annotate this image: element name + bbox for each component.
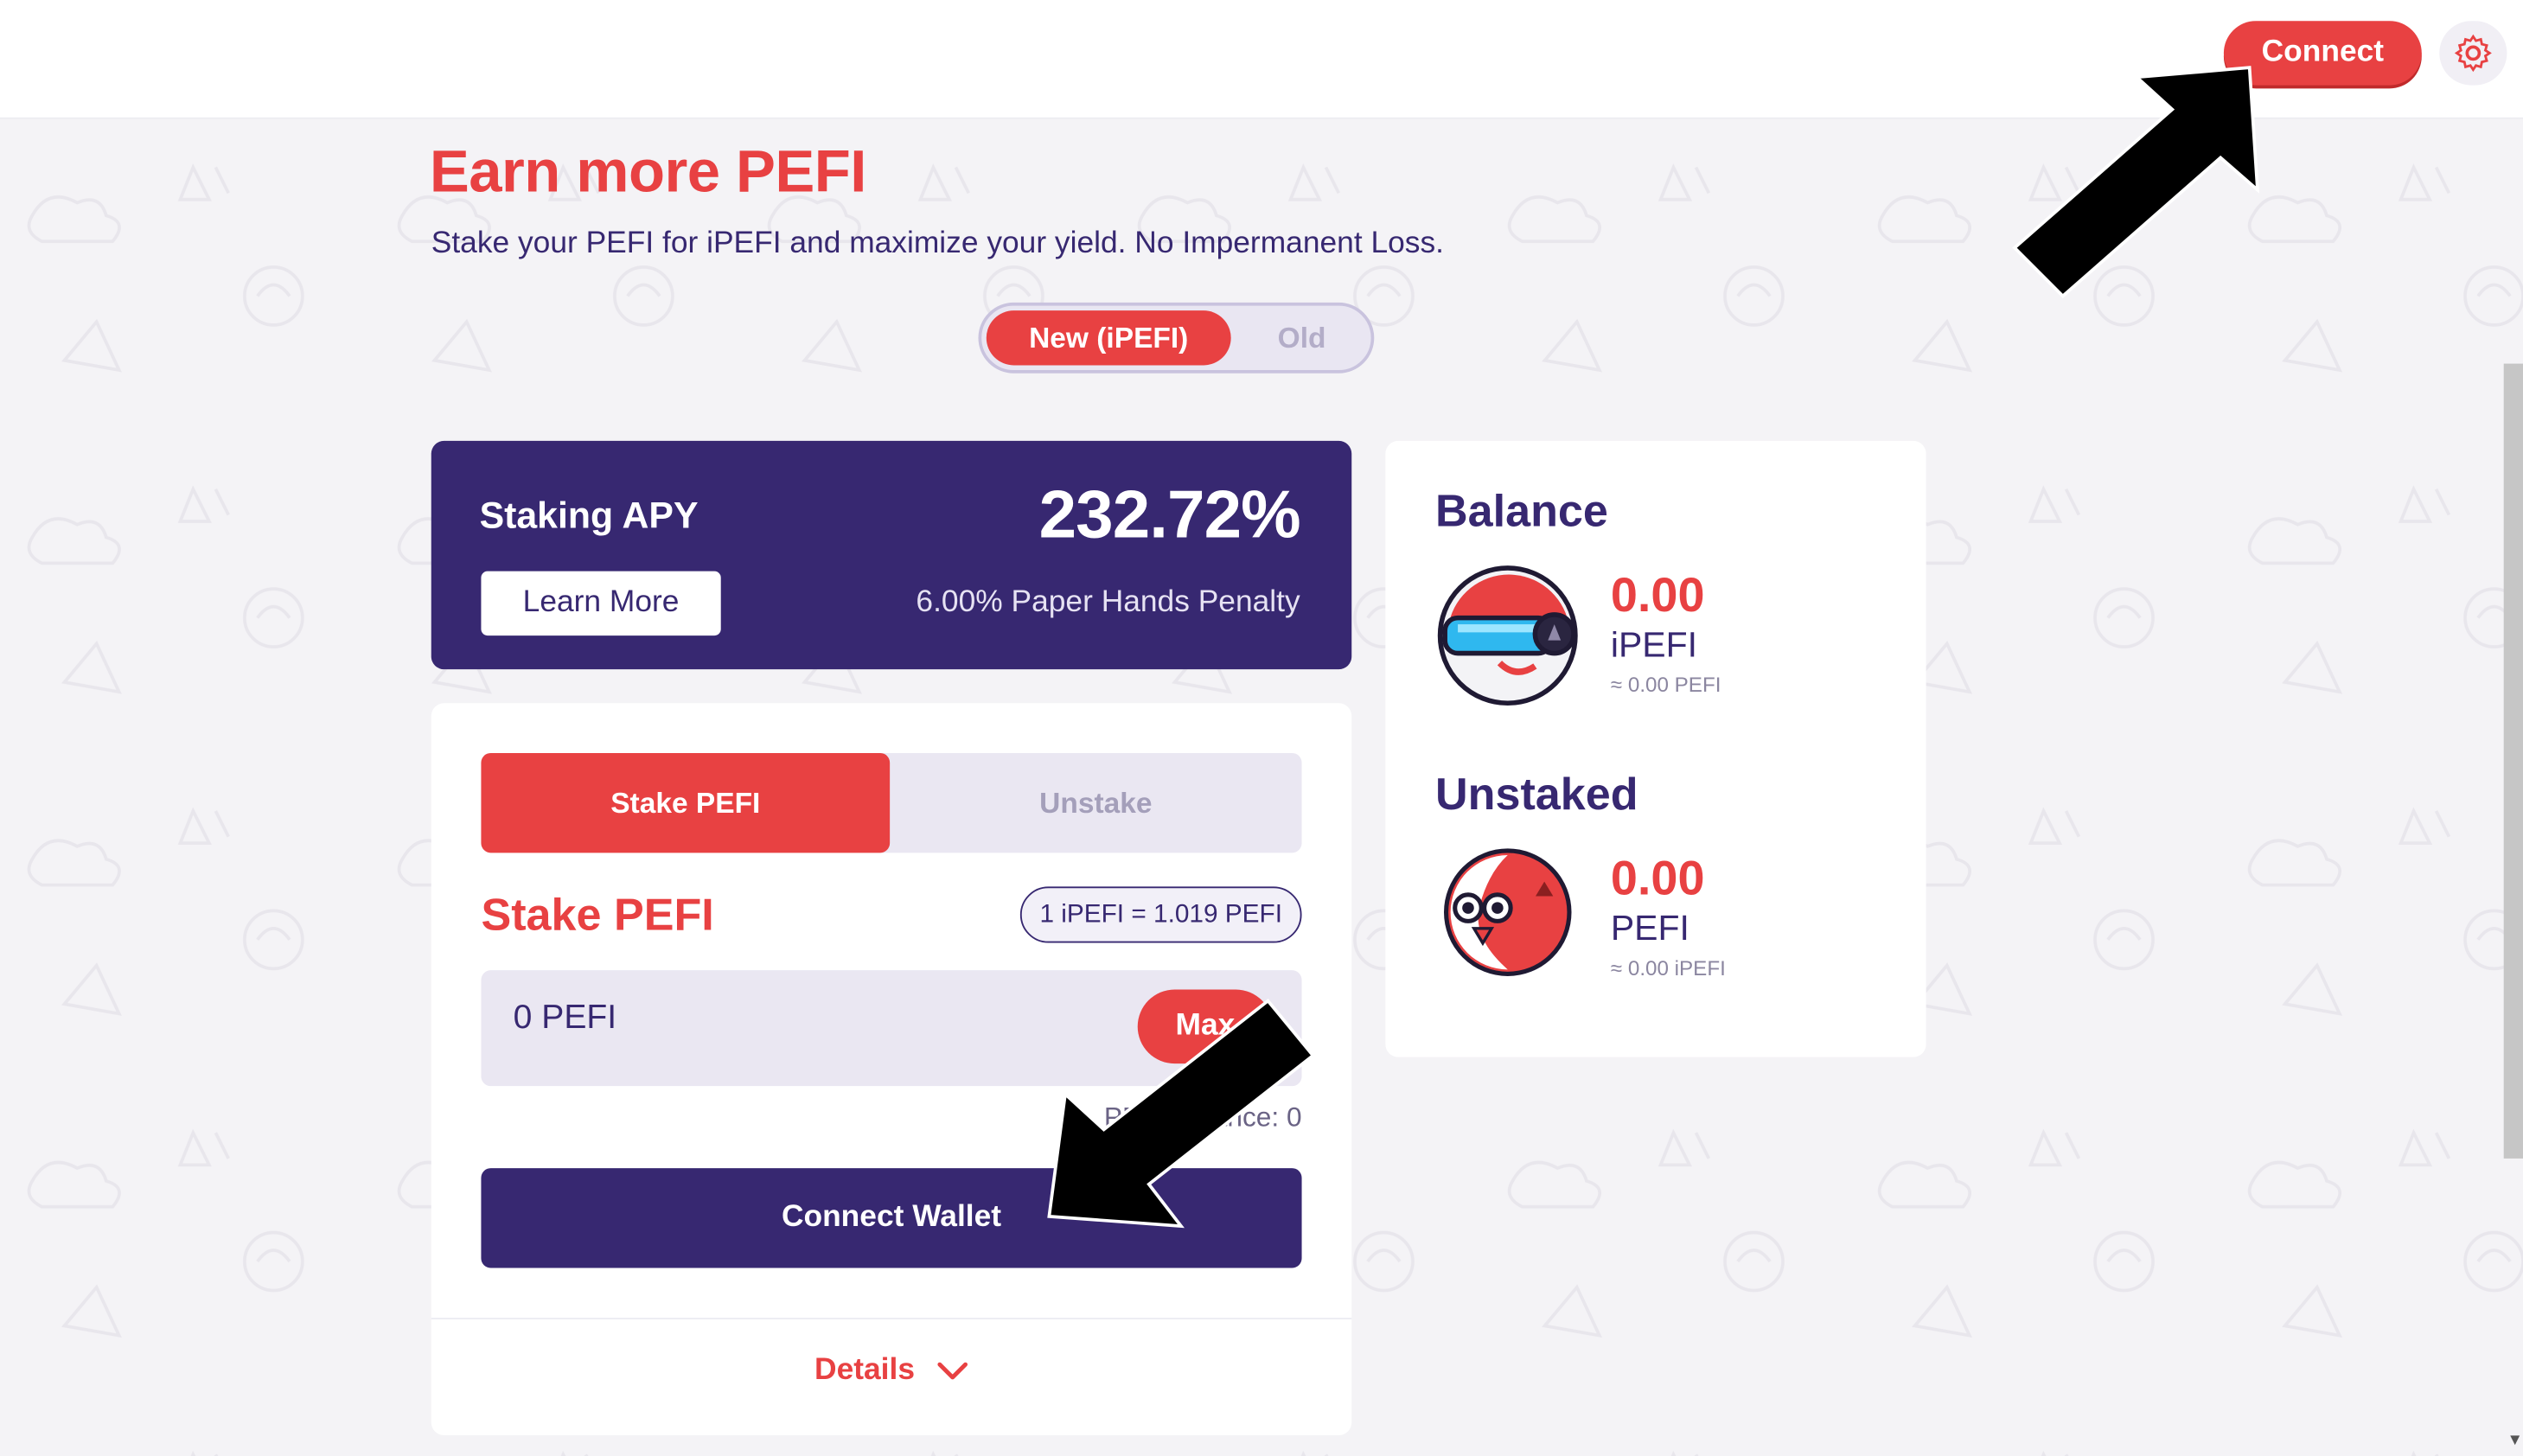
- arrow-annotation-icon: [2012, 66, 2260, 298]
- pefi-token-icon: [1443, 848, 1572, 976]
- ipefi-token-icon: [1437, 565, 1578, 706]
- staking-apy-card: Staking APY 232.72% Learn More 6.00% Pap…: [431, 440, 1352, 670]
- exchange-rate-badge: 1 iPEFI = 1.019 PEFI: [1019, 886, 1302, 943]
- tab-unstake[interactable]: Unstake: [890, 753, 1301, 853]
- toggle-new-ipefi[interactable]: New (iPEFI): [986, 310, 1231, 366]
- tab-stake-pefi[interactable]: Stake PEFI: [481, 752, 891, 853]
- gear-icon: [2454, 34, 2492, 73]
- chevron-down-icon: [937, 1362, 968, 1380]
- balance-heading: Balance: [1435, 486, 1608, 536]
- stake-tabs: Stake PEFI Unstake: [481, 752, 1302, 853]
- app-window: Connect Earn more PEFI Stake your PEFI f…: [0, 0, 2523, 1456]
- learn-more-button[interactable]: Learn More: [481, 571, 721, 636]
- divider: [431, 1318, 1352, 1320]
- balance-approx: ≈ 0.00 PEFI: [1610, 672, 1721, 697]
- details-label: Details: [814, 1353, 916, 1388]
- arrow-annotation-icon: [1047, 998, 1316, 1229]
- toggle-old[interactable]: Old: [1236, 310, 1368, 365]
- apy-value: 232.72%: [1038, 476, 1301, 552]
- page-title: Earn more PEFI: [429, 138, 867, 205]
- balance-token: iPEFI: [1610, 624, 1697, 665]
- penalty-text: 6.00% Paper Hands Penalty: [916, 585, 1300, 620]
- settings-button[interactable]: [2439, 21, 2507, 86]
- unstaked-amount: 0.00: [1610, 853, 1705, 906]
- apy-label: Staking APY: [479, 494, 699, 536]
- page-subtitle: Stake your PEFI for iPEFI and maximize y…: [431, 227, 1444, 261]
- scroll-down-icon[interactable]: ▼: [2507, 1432, 2522, 1449]
- details-toggle[interactable]: Details: [431, 1353, 1351, 1389]
- amount-input[interactable]: 0 PEFI: [514, 999, 616, 1038]
- unstaked-heading: Unstaked: [1435, 769, 1638, 820]
- balance-amount: 0.00: [1610, 569, 1705, 623]
- unstaked-approx: ≈ 0.00 iPEFI: [1610, 955, 1726, 980]
- scrollbar[interactable]: [2503, 363, 2523, 1159]
- version-toggle: New (iPEFI) Old: [978, 302, 1375, 374]
- unstaked-token: PEFI: [1610, 907, 1689, 948]
- stake-heading: Stake PEFI: [481, 890, 714, 940]
- balance-card: Balance 0.00 iPEFI ≈ 0.00 PEFI Unstaked …: [1385, 440, 1926, 1057]
